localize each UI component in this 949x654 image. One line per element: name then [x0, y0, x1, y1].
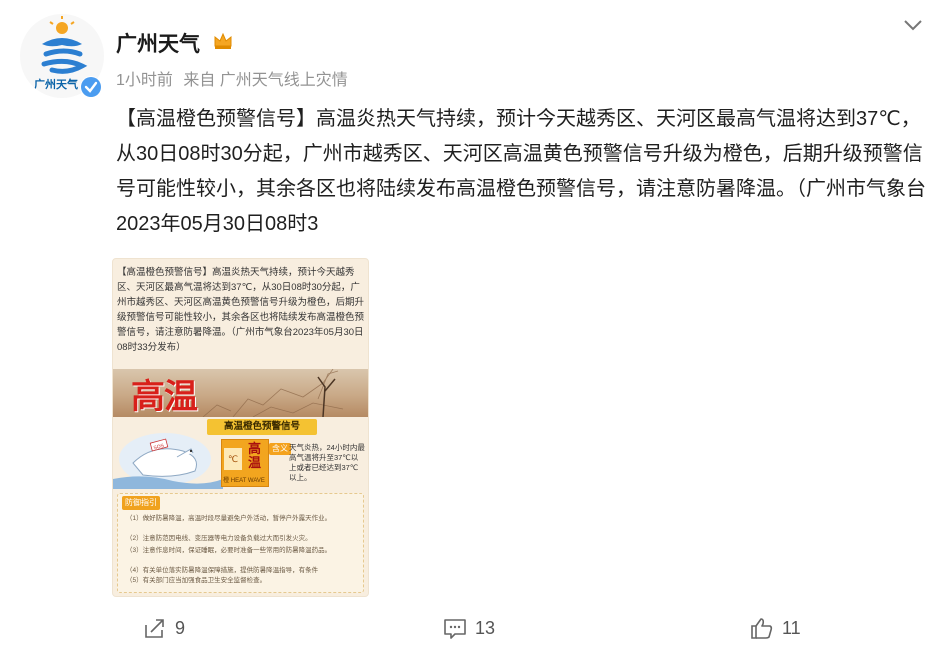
- comment-icon: [444, 619, 466, 639]
- author-name[interactable]: 广州天气: [116, 28, 200, 58]
- chevron-down-icon[interactable]: [900, 12, 926, 38]
- action-bar: 9 13 11: [0, 608, 949, 648]
- avatar-label: 广州天气: [34, 79, 78, 91]
- post-source[interactable]: 来自 广州天气线上灾情: [183, 72, 347, 89]
- post-time[interactable]: 1小时前: [116, 72, 173, 89]
- image-big-title: 高温: [131, 377, 198, 417]
- share-count: 9: [175, 617, 186, 638]
- share-icon: [145, 619, 164, 638]
- sign-label-en: HEAT WAVE: [230, 478, 265, 484]
- guide-tag: 防御指引: [122, 496, 160, 510]
- guide-line: （5）有关部门应当加强食品卫生安全监督检查。: [126, 577, 267, 584]
- like-count: 11: [782, 617, 801, 638]
- weibo-post: 广州天气 广州天气 1小时前 来自 广州天气线上灾情 【高温橙色预警信号】高温炎…: [0, 0, 949, 654]
- sign-title: 高温: [247, 441, 261, 470]
- guide-line: （2）注意防范因电线、变压器等电力设备负载过大而引发火灾。: [126, 535, 312, 542]
- warning-title: 高温橙色预警信号: [207, 419, 317, 435]
- verified-icon: [80, 76, 102, 98]
- guide-line: （1）做好防暑降温，高温时段尽量避免户外活动，暂停户外露天作业。: [126, 515, 332, 522]
- guide-line: （4）有关单位落实防暑降温保障措施，提供防暑降温指导，有条件: [126, 567, 319, 574]
- definition-text: 天气炎热，24小时内最高气温将升至37℃以上或者已经达到37℃以上。: [289, 443, 365, 482]
- post-image[interactable]: 【高温橙色预警信号】高温炎热天气持续，预计今天越秀区、天河区最高气温将达到37℃…: [112, 258, 369, 597]
- comment-count: 13: [475, 617, 496, 638]
- post-meta: 1小时前 来自 广州天气线上灾情: [116, 66, 354, 90]
- sign-label-cn: 橙: [223, 478, 230, 484]
- share-button[interactable]: 9: [143, 608, 185, 648]
- sign-labels: 橙 HEAT WAVE: [221, 475, 267, 484]
- definition-tag: 含义: [269, 443, 291, 455]
- image-caption: 【高温橙色预警信号】高温炎热天气持续，预计今天越秀区、天河区最高气温将达到37℃…: [117, 267, 365, 353]
- sign-celsius: ℃: [224, 448, 242, 470]
- guide-line: （3）注意作息时间，保证睡眠，必要时准备一些常用的防暑降温药品。: [126, 547, 332, 554]
- post-text: 【高温橙色预警信号】高温炎热天气持续，预计今天越秀区、天河区最高气温将达到37℃…: [116, 108, 926, 235]
- thumbs-up-icon: [751, 618, 773, 639]
- comment-button[interactable]: 13: [443, 608, 495, 648]
- guide-box: 防御指引 （1）做好防暑降温，高温时段尽量避免户外活动，暂停户外露天作业。 （2…: [117, 493, 364, 593]
- crown-icon[interactable]: [212, 30, 234, 52]
- image-banner: 高温: [113, 369, 368, 417]
- like-button[interactable]: 11: [750, 608, 801, 648]
